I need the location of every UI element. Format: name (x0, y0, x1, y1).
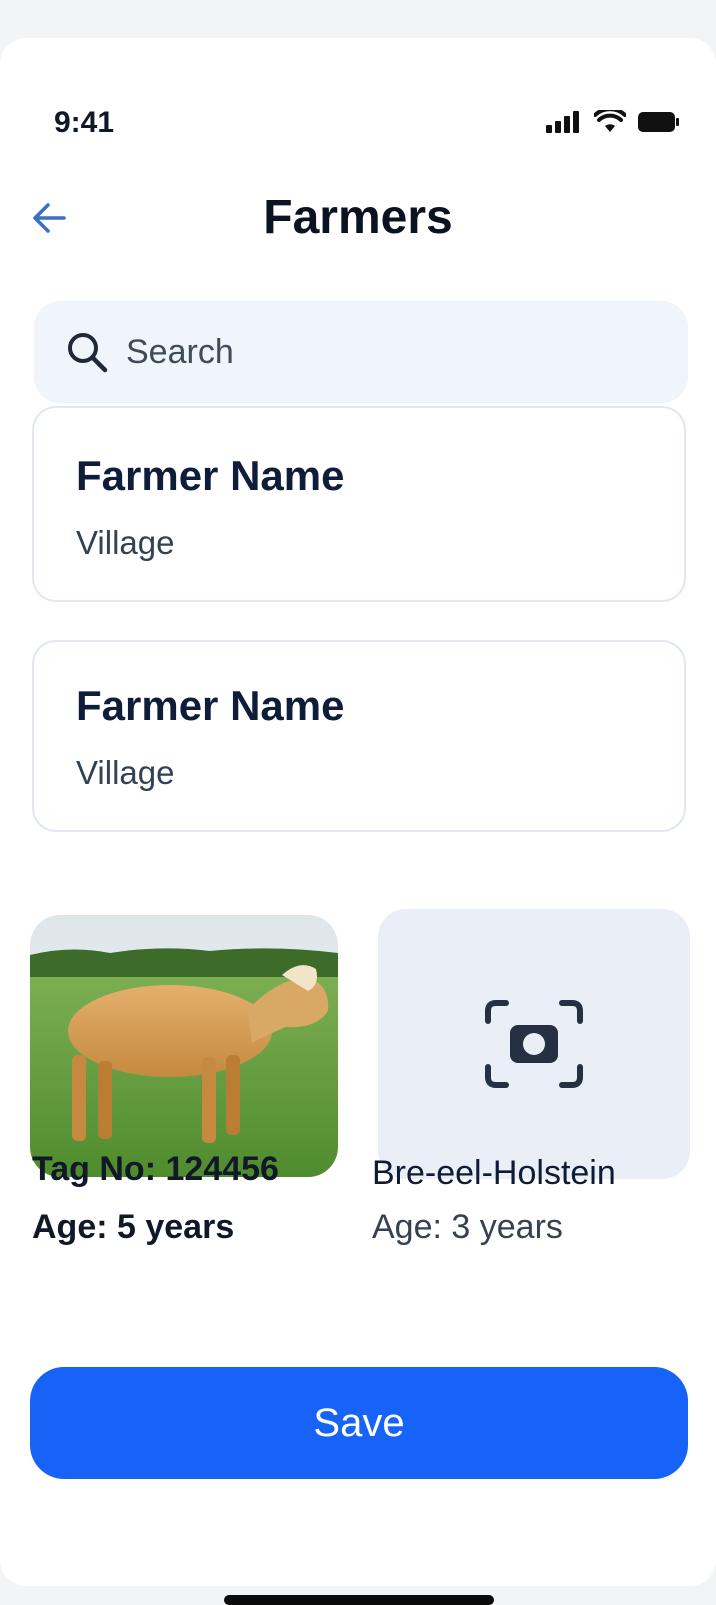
search-icon (68, 333, 108, 373)
farmer-card[interactable]: Farmer Name Village (32, 406, 686, 602)
animal-tag: Tag No: 124456 (32, 1150, 279, 1188)
battery-icon (638, 112, 679, 132)
farmer-village: Village (76, 754, 175, 791)
status-icons (546, 110, 680, 134)
status-time: 9:41 (54, 106, 115, 139)
home-indicator (224, 1595, 494, 1605)
search-input[interactable] (124, 331, 648, 373)
search-bar[interactable] (34, 301, 688, 403)
animal-breed: Bre-eel-Holstein (372, 1154, 616, 1192)
save-button[interactable]: Save (30, 1367, 688, 1479)
animal-age: Age: 3 years (372, 1208, 563, 1246)
wifi-icon (594, 110, 626, 132)
farmer-name: Farmer Name (76, 682, 345, 729)
phone-screen: 9:41 Farmers Farmer Name Village (0, 38, 716, 1605)
cow-photo[interactable] (30, 915, 338, 1177)
farmer-name: Farmer Name (76, 452, 345, 499)
photo-upload-placeholder[interactable] (378, 909, 690, 1179)
animal-age: Age: 5 years (32, 1208, 235, 1246)
farmer-card[interactable]: Farmer Name Village (32, 640, 686, 832)
farmer-village: Village (76, 524, 175, 561)
camera-icon (485, 1000, 583, 1088)
page-title: Farmers (263, 191, 453, 244)
signal-icon (546, 111, 579, 133)
